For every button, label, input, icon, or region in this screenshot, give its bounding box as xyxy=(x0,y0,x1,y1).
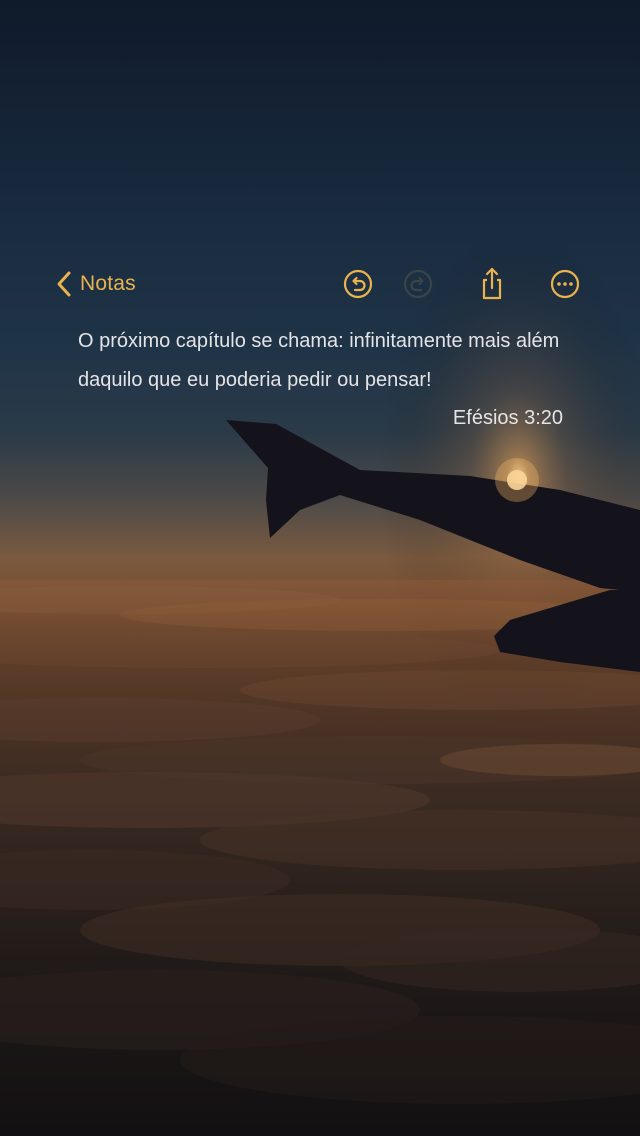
note-text: O próximo capítulo se chama: infinitamen… xyxy=(78,330,560,391)
share-icon xyxy=(482,267,502,300)
note-reference: Efésios 3:20 xyxy=(452,407,563,429)
background-photo xyxy=(0,0,640,1136)
navigation-bar: Notas xyxy=(0,262,640,306)
undo-icon xyxy=(343,269,373,299)
back-label: Notas xyxy=(80,272,136,295)
back-button[interactable]: Notas xyxy=(54,266,136,302)
note-body[interactable]: O próximo capítulo se chama: infinitamen… xyxy=(78,322,578,400)
redo-icon xyxy=(403,269,433,299)
chevron-left-icon xyxy=(57,271,71,297)
more-button[interactable] xyxy=(547,266,583,302)
redo-button[interactable] xyxy=(400,266,436,302)
undo-button[interactable] xyxy=(340,266,376,302)
share-button[interactable] xyxy=(474,266,510,302)
more-icon xyxy=(550,269,580,299)
